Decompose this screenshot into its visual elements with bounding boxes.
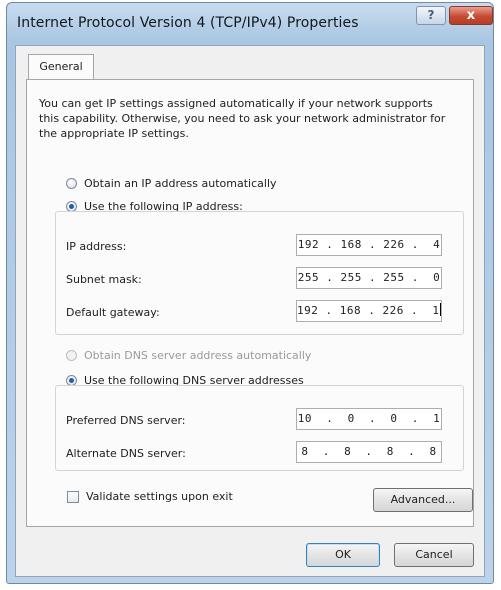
- title-bar[interactable]: Internet Protocol Version 4 (TCP/IPv4) P…: [7, 3, 493, 43]
- default-gateway-input[interactable]: 192 . 168 . 226 . 1: [296, 300, 442, 322]
- general-tab-panel: You can get IP settings assigned automat…: [26, 79, 474, 527]
- default-gateway-label: Default gateway:: [66, 306, 160, 319]
- alternate-dns-input[interactable]: 8 . 8 . 8 . 8: [296, 441, 442, 463]
- ip-address-label: IP address:: [66, 240, 127, 253]
- ok-button[interactable]: OK: [306, 543, 380, 567]
- window-title: Internet Protocol Version 4 (TCP/IPv4) P…: [17, 15, 359, 31]
- preferred-dns-label: Preferred DNS server:: [66, 414, 186, 427]
- dialog-window: Internet Protocol Version 4 (TCP/IPv4) P…: [6, 2, 494, 584]
- advanced-button[interactable]: Advanced...: [373, 488, 473, 512]
- ip-address-input[interactable]: 192 . 168 . 226 . 4: [296, 234, 442, 256]
- subnet-mask-label: Subnet mask:: [66, 273, 142, 286]
- validate-settings-checkbox[interactable]: [67, 491, 79, 503]
- subnet-mask-input[interactable]: 255 . 255 . 255 . 0: [296, 267, 442, 289]
- text-caret: [440, 303, 442, 316]
- dialog-client-area: General You can get IP settings assigned…: [15, 45, 485, 577]
- radio-label: Obtain an IP address automatically: [84, 177, 277, 190]
- alternate-dns-label: Alternate DNS server:: [66, 447, 186, 460]
- ip-settings-group: IP address: 192 . 168 . 226 . 4 Subnet m…: [55, 211, 464, 335]
- close-button[interactable]: x: [449, 6, 493, 25]
- default-gateway-value: 192 . 168 . 226 . 1: [297, 304, 440, 317]
- radio-label: Obtain DNS server address automatically: [84, 349, 312, 362]
- radio-button-disabled-icon[interactable]: [66, 350, 77, 361]
- preferred-dns-input[interactable]: 10 . 0 . 0 . 1: [296, 408, 442, 430]
- tab-general[interactable]: General: [28, 54, 94, 80]
- intro-text: You can get IP settings assigned automat…: [39, 97, 446, 140]
- validate-settings-label: Validate settings upon exit: [86, 490, 233, 503]
- help-button[interactable]: ?: [416, 6, 446, 25]
- dns-settings-group: Preferred DNS server: 10 . 0 . 0 . 1 Alt…: [55, 385, 464, 471]
- cancel-button[interactable]: Cancel: [394, 543, 474, 567]
- radio-button-icon[interactable]: [66, 178, 77, 189]
